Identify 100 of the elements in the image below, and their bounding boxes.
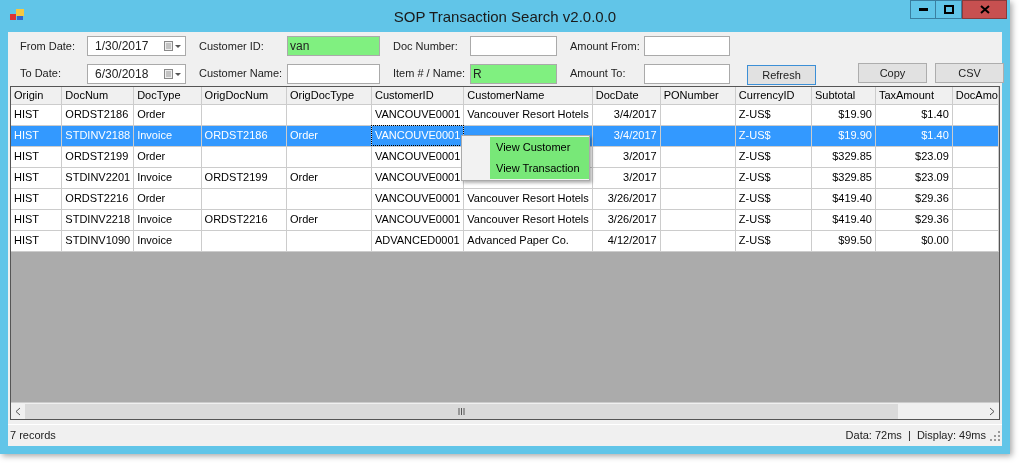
column-header[interactable]: OrigDocType — [286, 87, 372, 104]
table-cell: $99.50 — [838, 234, 872, 247]
table-cell: 3/2017 — [623, 171, 657, 184]
table-cell: VANCOUVE0001 — [374, 150, 461, 163]
table-row[interactable]: HIST STDINV2218 Invoice ORDST2216 Order VANCOUVE0001 Vancouver Resort Hotels 3/26/2017 Z-US$ $419.40 $29.36 — [11, 209, 999, 230]
column-header[interactable]: CustomerID — [371, 87, 464, 104]
table-cell: $23.09 — [915, 150, 949, 163]
table-cell: $19.90 — [838, 129, 872, 142]
table-cell: Order — [289, 213, 319, 226]
minimize-button[interactable] — [910, 0, 936, 19]
table-cell: ORDST2199 — [65, 150, 129, 163]
table-cell: $1.40 — [921, 129, 949, 142]
table-cell: $23.09 — [915, 171, 949, 184]
app-icon — [10, 9, 24, 21]
window-title: SOP Transaction Search v2.0.0.0 — [393, 7, 617, 27]
table-cell: 3/26/2017 — [607, 192, 657, 205]
maximize-icon — [943, 5, 954, 14]
table-cell: Order — [137, 108, 166, 121]
column-header[interactable]: DocDate — [592, 87, 661, 104]
column-header[interactable]: Origin — [11, 87, 62, 104]
table-cell: $419.40 — [832, 192, 872, 205]
table-cell: Vancouver Resort Hotels — [467, 213, 589, 226]
close-button[interactable] — [962, 0, 1007, 19]
resize-grip-icon[interactable] — [990, 430, 1000, 441]
menu-item[interactable]: View Transaction — [490, 158, 589, 179]
record-count: 7 records — [10, 428, 56, 444]
field-label: Doc Number: — [393, 38, 458, 54]
horizontal-scrollbar[interactable] — [11, 402, 999, 419]
action-button[interactable]: CSV — [935, 63, 1004, 84]
input-field[interactable]: van — [287, 36, 380, 56]
table-cell: $19.90 — [838, 108, 872, 121]
table-cell: HIST — [14, 234, 40, 247]
input-field[interactable] — [470, 36, 557, 56]
table-cell: Invoice — [137, 234, 172, 247]
table-cell: Z-US$ — [738, 213, 771, 226]
field-label: Customer ID: — [199, 38, 264, 54]
scroll-right-icon[interactable] — [989, 406, 995, 416]
input-field[interactable]: R — [470, 63, 557, 84]
table-row[interactable]: HIST ORDST2216 Order VANCOUVE0001 Vancouver Resort Hotels 3/26/2017 Z-US$ $419.40 $29.36 — [11, 188, 999, 209]
table-cell: Order — [137, 192, 166, 205]
table-cell: STDINV1090 — [65, 234, 131, 247]
table-cell: VANCOUVE0001 — [374, 129, 461, 142]
table-cell: 3/2017 — [623, 150, 657, 163]
input-field[interactable] — [644, 63, 730, 84]
table-cell: HIST — [14, 171, 40, 184]
column-header[interactable]: PONumber — [660, 87, 736, 104]
date-picker[interactable]: 6/30/2018 — [87, 63, 186, 84]
calendar-dropdown-icon[interactable] — [164, 68, 182, 79]
table-cell: VANCOUVE0001 — [374, 192, 461, 205]
column-header[interactable]: DocAmo — [952, 87, 999, 104]
column-header[interactable]: Subtotal — [811, 87, 876, 104]
date-picker[interactable]: 1/30/2017 — [87, 36, 186, 56]
column-header[interactable]: DocType — [133, 87, 202, 104]
table-row[interactable]: HIST STDINV1090 Invoice ADVANCED0001 Advanced Paper Co. 4/12/2017 Z-US$ $99.50 $0.00 — [11, 230, 999, 251]
column-header[interactable]: CurrencyID — [735, 87, 812, 104]
close-icon — [979, 5, 990, 14]
action-button[interactable]: Copy — [858, 63, 927, 84]
table-cell: ADVANCED0001 — [374, 234, 460, 247]
table-cell: ORDST2216 — [65, 192, 129, 205]
table-row[interactable]: HIST ORDST2186 Order VANCOUVE0001 Vancouver Resort Hotels 3/4/2017 Z-US$ $19.90 $1.40 — [11, 104, 999, 125]
table-cell: 3/4/2017 — [613, 129, 657, 142]
column-header[interactable]: DocNum — [61, 87, 134, 104]
scrollbar-thumb[interactable] — [25, 403, 898, 419]
column-header[interactable]: TaxAmount — [875, 87, 953, 104]
table-cell: $29.36 — [915, 213, 949, 226]
table-cell: ORDST2199 — [204, 171, 268, 184]
input-field[interactable] — [287, 63, 380, 84]
column-header[interactable]: OrigDocNum — [201, 87, 287, 104]
table-cell: VANCOUVE0001 — [374, 171, 461, 184]
menu-item[interactable]: View Customer — [490, 137, 589, 158]
action-button[interactable]: Refresh — [747, 64, 816, 85]
scroll-left-icon[interactable] — [15, 406, 21, 416]
table-cell: Advanced Paper Co. — [467, 234, 569, 247]
table-cell: Vancouver Resort Hotels — [467, 192, 589, 205]
field-label: Amount To: — [570, 66, 626, 82]
table-cell: STDINV2188 — [65, 129, 131, 142]
table-cell: Z-US$ — [738, 171, 771, 184]
table-cell: HIST — [14, 192, 40, 205]
timing-info: Data: 72ms | Display: 49ms — [845, 428, 986, 444]
field-label: Item # / Name: — [393, 66, 466, 82]
input-field[interactable] — [644, 36, 730, 56]
table-cell: Order — [289, 171, 319, 184]
table-cell: $329.85 — [832, 150, 872, 163]
field-label: Customer Name: — [199, 66, 283, 82]
column-header[interactable]: CustomerName — [463, 87, 593, 104]
table-cell: HIST — [14, 108, 40, 121]
table-cell: Z-US$ — [738, 108, 771, 121]
table-cell: ORDST2186 — [204, 129, 268, 142]
table-cell: HIST — [14, 129, 40, 142]
table-cell: Invoice — [137, 171, 172, 184]
field-label: To Date: — [20, 66, 61, 82]
calendar-dropdown-icon[interactable] — [164, 41, 182, 51]
table-cell: Z-US$ — [738, 234, 771, 247]
table-cell: Z-US$ — [738, 192, 771, 205]
table-cell: Invoice — [137, 129, 172, 142]
table-cell: Vancouver Resort Hotels — [467, 108, 589, 121]
table-cell: ORDST2216 — [204, 213, 268, 226]
table-cell: 3/4/2017 — [613, 108, 657, 121]
grip-icon — [458, 407, 465, 415]
table-cell: $329.85 — [832, 171, 872, 184]
